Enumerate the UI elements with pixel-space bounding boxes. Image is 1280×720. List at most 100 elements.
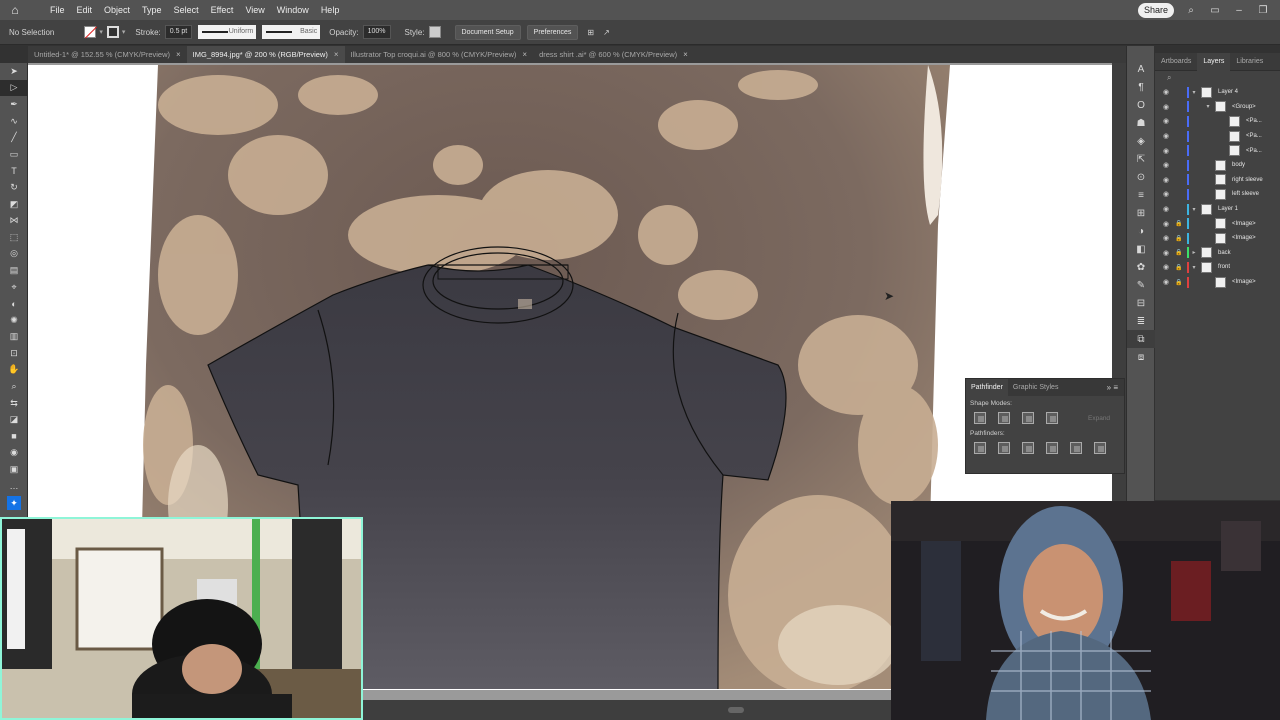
variable-width-profile[interactable]: Uniform: [198, 25, 257, 39]
layer-row[interactable]: ◉ ▾ Layer 4: [1155, 85, 1280, 100]
stroke-swatch[interactable]: [106, 26, 119, 38]
blend-tool-icon[interactable]: ◐: [0, 295, 28, 312]
style-swatch[interactable]: [428, 26, 441, 38]
rectangle-tool-icon[interactable]: ▭: [0, 146, 28, 163]
minimize-icon[interactable]: –: [1232, 5, 1246, 16]
tab-libraries[interactable]: Libraries: [1230, 53, 1269, 71]
close-icon[interactable]: ×: [522, 46, 527, 63]
lock-icon[interactable]: 🔒: [1173, 220, 1185, 227]
tab-pathfinder[interactable]: Pathfinder: [966, 379, 1008, 396]
visibility-eye-icon[interactable]: ◉: [1159, 234, 1173, 242]
export-asset-icon[interactable]: ⇱: [1127, 150, 1155, 168]
layers-search[interactable]: ⌕: [1155, 71, 1280, 85]
layer-row[interactable]: ◉ <Pa...: [1155, 143, 1280, 158]
close-icon[interactable]: ×: [334, 46, 339, 63]
layer-row[interactable]: ◉ ▾ Layer 1: [1155, 202, 1280, 217]
align-icon[interactable]: ≡: [1127, 186, 1155, 204]
tab-layers[interactable]: Layers: [1197, 52, 1231, 71]
unite-icon[interactable]: [974, 412, 986, 424]
swap-colors-icon[interactable]: ⇆: [0, 395, 28, 412]
divide-icon[interactable]: [974, 442, 986, 454]
expand-toggle-icon[interactable]: ▾: [1189, 264, 1199, 271]
layer-row[interactable]: ◉ 🔒 <Image>: [1155, 275, 1280, 290]
visibility-eye-icon[interactable]: ◉: [1159, 205, 1173, 213]
lock-icon[interactable]: 🔒: [1173, 279, 1185, 286]
character-icon[interactable]: A: [1127, 60, 1155, 78]
menu-view[interactable]: View: [239, 0, 270, 20]
hand-tool-icon[interactable]: ✋: [0, 362, 28, 379]
visibility-eye-icon[interactable]: ◉: [1159, 103, 1173, 111]
visibility-eye-icon[interactable]: ◉: [1159, 132, 1173, 140]
chevron-down-icon[interactable]: ▾: [122, 28, 126, 36]
selection-tool-icon[interactable]: ➤: [0, 63, 28, 80]
layer-row[interactable]: ◉ 🔒 ▾ front: [1155, 260, 1280, 275]
layer-row[interactable]: ◉ right sleeve: [1155, 173, 1280, 188]
tab-img-8994[interactable]: IMG_8994.jpg* @ 200 % (RGB/Preview) ×: [186, 46, 345, 63]
type-tool-icon[interactable]: T: [0, 163, 28, 180]
screen-mode-icon[interactable]: ▣: [0, 461, 28, 478]
layer-row[interactable]: ◉ <Pa...: [1155, 129, 1280, 144]
close-icon[interactable]: ×: [683, 46, 688, 63]
preferences-button[interactable]: Preferences: [526, 24, 579, 40]
properties-icon[interactable]: ≣: [1127, 312, 1155, 330]
eraser-tool-icon[interactable]: ◩: [0, 196, 28, 213]
puppet-warp-tool-icon[interactable]: ✦: [0, 494, 28, 511]
fill-stroke-icon[interactable]: ◪: [0, 411, 28, 428]
visibility-eye-icon[interactable]: ◉: [1159, 278, 1173, 286]
expand-button[interactable]: Expand: [1088, 415, 1110, 422]
visibility-eye-icon[interactable]: ◉: [1159, 249, 1173, 257]
opacity-field[interactable]: 100%: [362, 25, 391, 39]
zoom-tool-icon[interactable]: ⌕: [0, 378, 28, 395]
menu-file[interactable]: File: [44, 0, 71, 20]
outline-icon[interactable]: [1070, 442, 1082, 454]
gradient-tool-icon[interactable]: ▤: [0, 262, 28, 279]
layer-row[interactable]: ◉ 🔒 <Image>: [1155, 216, 1280, 231]
color-guide-icon[interactable]: ◧: [1127, 240, 1155, 258]
layer-row[interactable]: ◉ left sleeve: [1155, 187, 1280, 202]
menu-object[interactable]: Object: [98, 0, 136, 20]
direct-selection-tool-icon[interactable]: ▷: [0, 79, 28, 97]
curvature-tool-icon[interactable]: ∿: [0, 113, 28, 130]
width-tool-icon[interactable]: ⋈: [0, 212, 28, 229]
visibility-eye-icon[interactable]: ◉: [1159, 263, 1173, 271]
layer-row[interactable]: ◉ body: [1155, 158, 1280, 173]
graph-tool-icon[interactable]: ▥: [0, 329, 28, 346]
minus-back-icon[interactable]: [1094, 442, 1106, 454]
visibility-eye-icon[interactable]: ◉: [1159, 190, 1173, 198]
crop-icon[interactable]: [1046, 442, 1058, 454]
arrange-documents-icon[interactable]: ▭: [1208, 5, 1222, 16]
symbols-icon[interactable]: ✿: [1127, 258, 1155, 276]
transparency-icon[interactable]: ◑: [1127, 222, 1155, 240]
trim-icon[interactable]: [998, 442, 1010, 454]
expand-toggle-icon[interactable]: ▸: [1189, 249, 1199, 256]
arrange-icon[interactable]: ⊞: [587, 28, 594, 37]
symbol-sprayer-tool-icon[interactable]: ✺: [0, 312, 28, 329]
tab-illustrator-top-croqui[interactable]: Illustrator Top croqui.ai @ 800 % (CMYK/…: [345, 46, 534, 63]
menu-edit[interactable]: Edit: [71, 0, 99, 20]
links-icon[interactable]: ⊙: [1127, 168, 1155, 186]
menu-select[interactable]: Select: [168, 0, 205, 20]
layer-row[interactable]: ◉ 🔒 <Image>: [1155, 231, 1280, 246]
more-tools-icon[interactable]: …: [0, 478, 28, 495]
eyedropper-tool-icon[interactable]: ⌖: [0, 279, 28, 296]
menu-help[interactable]: Help: [315, 0, 346, 20]
visibility-eye-icon[interactable]: ◉: [1159, 88, 1173, 96]
shape-builder-tool-icon[interactable]: ◎: [0, 246, 28, 263]
menu-type[interactable]: Type: [136, 0, 168, 20]
lock-icon[interactable]: 🔒: [1173, 235, 1185, 242]
chevron-down-icon[interactable]: ▾: [99, 28, 103, 36]
layer-row[interactable]: ◉ <Pa...: [1155, 114, 1280, 129]
panel-menu-icon[interactable]: » ≡: [1107, 379, 1118, 396]
color-modes-icon[interactable]: ■: [0, 428, 28, 445]
tab-dress-shirt[interactable]: dress shirt .ai* @ 600 % (CMYK/Preview) ×: [533, 46, 694, 63]
pathfinder-icon[interactable]: ⧉: [1127, 330, 1155, 348]
document-setup-button[interactable]: Document Setup: [454, 24, 521, 40]
share-button[interactable]: Share: [1137, 2, 1174, 18]
visibility-eye-icon[interactable]: ◉: [1159, 176, 1173, 184]
intersect-icon[interactable]: [1022, 412, 1034, 424]
layer-row[interactable]: ◉ 🔒 ▸ back: [1155, 246, 1280, 261]
visibility-eye-icon[interactable]: ◉: [1159, 220, 1173, 228]
free-transform-tool-icon[interactable]: ⬚: [0, 229, 28, 246]
paragraph-icon[interactable]: ¶: [1127, 78, 1155, 96]
search-icon[interactable]: ⌕: [1184, 5, 1198, 16]
